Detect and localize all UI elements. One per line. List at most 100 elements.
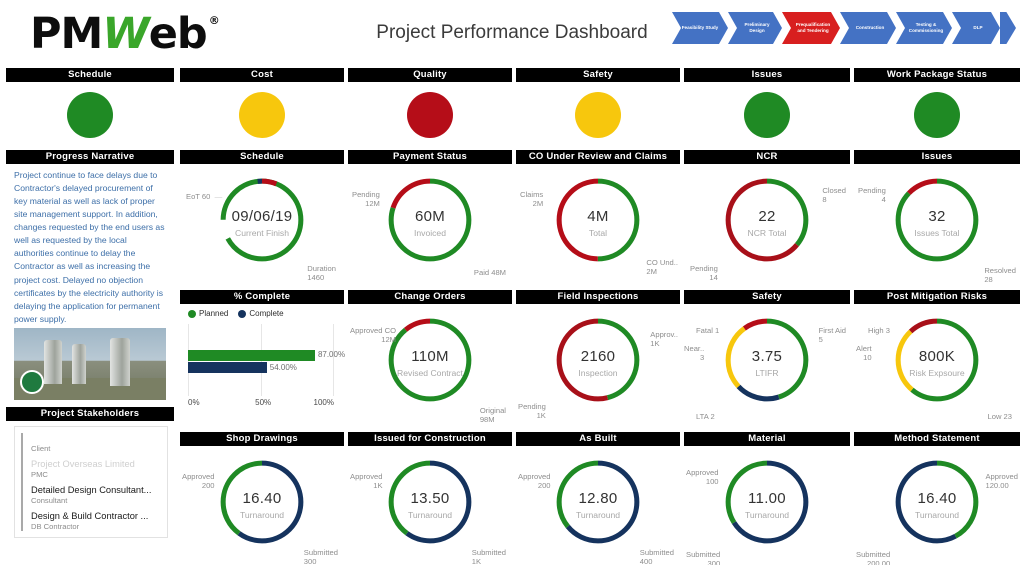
donut-change-orders-svg (388, 318, 472, 402)
card-title-change-orders: Change Orders (348, 290, 512, 304)
donut-payment-label-pending: Pending 12M (352, 190, 380, 209)
label-alert-text: Alert (856, 344, 872, 353)
label-approved-co-text: Approved CO (350, 326, 397, 335)
card-title-field-inspections: Field Inspections (516, 290, 680, 304)
donut-pmr-label-high: High 3 (868, 326, 890, 335)
card-project-photo (6, 324, 174, 400)
donut-field-inspections[interactable]: 2160 Inspection Approv.. 1K Pending 1K (516, 304, 680, 432)
donut-schedule-label-eot: EoT 60 — (186, 192, 223, 201)
donut-as-built-label-submitted: Submitted 400 (640, 548, 674, 565)
stakeholder-name (31, 433, 163, 443)
label-alert-value: 10 (863, 353, 872, 363)
legend-item-complete[interactable]: Complete (238, 309, 284, 318)
label-near-text: Near.. (684, 344, 705, 353)
bar-planned[interactable] (188, 350, 316, 361)
donut-ncr[interactable]: 22 NCR Total Closed 8 Pending 14 (684, 164, 850, 292)
list-item[interactable]: Client (31, 433, 163, 453)
phase-construction[interactable]: Construction (840, 12, 896, 44)
list-item[interactable]: Project Overseas Limited PMC (31, 459, 163, 479)
donut-post-mitigation-risks[interactable]: 800K Risk Expsoure High 3 Alert 10 Low 2… (854, 304, 1020, 432)
label-pending-value: 12M (365, 199, 380, 209)
status-light-quality[interactable] (407, 91, 453, 138)
label-submitted-value: 300 (303, 557, 317, 565)
bar-x-axis: 0% 50% 100% (188, 398, 334, 410)
donut-material-svg (725, 460, 809, 544)
donut-shop-drawings[interactable]: 16.40 Turnaround Approved 200 Submitted … (180, 446, 344, 565)
donut-safety[interactable]: 3.75 LTIFR Fatal 1 Near.. 3 LTA 2 First … (684, 304, 850, 432)
donut-as-built[interactable]: 12.80 Turnaround Approved 200 Submitted … (516, 446, 680, 565)
stakeholder-role: DB Contractor (31, 522, 80, 531)
card-progress-narrative: Progress Narrative Project continue to f… (6, 150, 174, 326)
column-6: Work Package Status Issues 32 Issues Tot… (854, 68, 1020, 565)
card-title-post-mitigation-risks: Post Mitigation Risks (854, 290, 1020, 304)
list-item[interactable]: Design & Build Contractor ... DB Contrac… (31, 511, 163, 531)
card-status-cost: Cost (180, 68, 344, 147)
phase-testing-commissioning[interactable]: Testing & Commissioning (896, 12, 952, 44)
donut-change-orders[interactable]: 110M Revised Contract Approved CO 12M Or… (348, 304, 512, 432)
label-closed-text: Closed (822, 186, 846, 195)
label-closed-value: 8 (822, 195, 827, 205)
label-claims-value: 2M (532, 199, 544, 209)
card-title-co-under-review: CO Under Review and Claims (516, 150, 680, 164)
status-light-safety[interactable] (575, 91, 621, 138)
status-light-work-package[interactable] (914, 91, 960, 138)
xtick-0: 0% (188, 398, 200, 407)
donut-safety-label-first-aid: First Aid 5 (819, 326, 846, 345)
card-chart-safety: Safety 3.75 LTIFR Fatal 1 Near.. 3 LTA 2… (684, 290, 850, 432)
donut-payment-status[interactable]: 60M Invoiced Pending 12M Paid 48M (348, 164, 512, 292)
donut-payment-label-paid: Paid 48M (473, 268, 506, 277)
label-submitted-text: Submitted (303, 548, 338, 557)
label-original-value: 98M (479, 415, 495, 425)
card-status-issues: Issues (684, 68, 850, 147)
label-first-aid-text: First Aid (818, 326, 846, 335)
card-title-work-package-status: Work Package Status (854, 68, 1020, 82)
stakeholders-list: Client Project Overseas Limited PMC Deta… (21, 433, 163, 531)
dashboard-grid: Schedule Progress Narrative Project cont… (0, 68, 1024, 565)
phase-feasibility-study[interactable]: Feasibility Study (672, 12, 728, 44)
project-site-photo (14, 328, 166, 400)
phase-dlp[interactable]: DLP (952, 12, 1000, 44)
donut-issued-for-construction[interactable]: 13.50 Turnaround Approved 1K Submitted 1… (348, 446, 512, 565)
phase-prequalification-and-tendering[interactable]: Prequalification and Tendering (782, 12, 840, 44)
status-light-issues[interactable] (744, 91, 790, 138)
list-item[interactable]: Detailed Design Consultant... Consultant (31, 485, 163, 505)
stakeholders-box[interactable]: Client Project Overseas Limited PMC Deta… (14, 426, 168, 538)
status-light-cost-body (180, 82, 344, 147)
label-pending-value: 14 (709, 273, 718, 283)
label-pending-text: Pending (690, 264, 718, 273)
project-phase-breadcrumb: Feasibility Study Preliminary Design Pre… (672, 12, 1016, 44)
label-pending-text: Pending (858, 186, 886, 195)
photo-silo-1 (44, 340, 62, 384)
bar-complete[interactable] (188, 362, 267, 373)
status-light-schedule[interactable] (67, 91, 113, 138)
donut-as-built-label-approved: Approved 200 (518, 472, 551, 491)
legend-item-planned[interactable]: Planned (188, 309, 228, 318)
donut-schedule[interactable]: 09/06/19 Current Finish EoT 60 — Duratio… (180, 164, 344, 292)
bar-label-planned: 87.00% (317, 350, 346, 359)
label-resolved-text: Resolved (984, 266, 1016, 275)
status-light-cost[interactable] (239, 91, 285, 138)
percent-complete-body[interactable]: Planned Complete 87.00% 54.00% 0% 50% 10… (180, 304, 346, 410)
chart-legend: Planned Complete (180, 304, 344, 318)
label-submitted-value: 300 (707, 559, 721, 565)
card-title-material: Material (684, 432, 850, 446)
phase-preliminary-design[interactable]: Preliminary Design (728, 12, 782, 44)
card-status-safety: Safety (516, 68, 680, 147)
card-chart-schedule: Schedule 09/06/19 Current Finish EoT 60 … (180, 150, 344, 292)
donut-co-under-review[interactable]: 4M Total Claims 2M CO Und.. 2M (516, 164, 680, 292)
card-chart-issues: Issues 32 Issues Total Pending 4 Resolve… (854, 150, 1020, 292)
donut-method-statement[interactable]: 16.40 Turnaround Approved 120.00 Submitt… (854, 446, 1020, 565)
donut-issues[interactable]: 32 Issues Total Pending 4 Resolved 28 (854, 164, 1020, 292)
legend-label-planned: Planned (199, 309, 229, 318)
donut-safety-label-fatal: Fatal 1 (696, 326, 720, 335)
donut-pmr-svg (895, 318, 979, 402)
donut-fi-svg (556, 318, 640, 402)
donut-material[interactable]: 11.00 Turnaround Approved 100 Submitted … (684, 446, 850, 565)
label-submitted-text: Submitted (471, 548, 506, 557)
label-submitted-value: 200.00 (866, 559, 891, 565)
stakeholder-name: Detailed Design Consultant... (31, 485, 152, 495)
card-title-chart-schedule: Schedule (180, 150, 344, 164)
card-title-progress-narrative: Progress Narrative (6, 150, 174, 164)
card-title-chart-issues: Issues (854, 150, 1020, 164)
card-title-issued-for-construction: Issued for Construction (348, 432, 512, 446)
